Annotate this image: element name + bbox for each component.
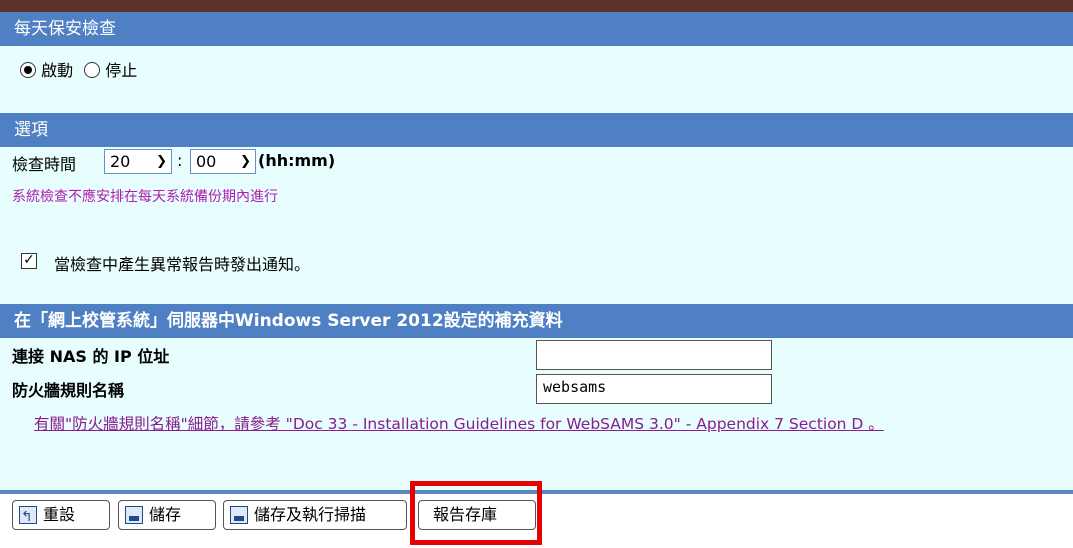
section-header-daily-check: 每天保安檢查 [0, 12, 1073, 46]
section-title: 在「網上校管系統」伺服器中Windows Server 2012設定的補充資料 [14, 311, 563, 331]
reset-label: 重設 [43, 505, 76, 524]
enable-radio-group: 啟動 停止 [20, 57, 137, 81]
chevron-down-icon: ❯ [240, 154, 251, 169]
section-title: 選項 [14, 120, 48, 140]
minute-select[interactable]: 00 ❯ [190, 149, 256, 174]
time-separator: : [177, 151, 183, 170]
firewall-rule-label: 防火牆規則名稱 [12, 381, 125, 400]
reset-button[interactable]: 重設 [12, 500, 110, 531]
section-header-options: 選項 [0, 113, 1073, 147]
save-and-scan-button[interactable]: 儲存及執行掃描 [223, 500, 407, 530]
floppy-disk-icon [125, 506, 143, 524]
disable-radio[interactable] [84, 62, 101, 78]
enable-label: 啟動 [41, 61, 74, 80]
save-button[interactable]: 儲存 [118, 500, 216, 530]
floppy-disk-icon [230, 506, 248, 524]
nas-ip-label: 連接 NAS 的 IP 位址 [12, 347, 170, 366]
notify-checkbox[interactable]: ✓ [21, 253, 37, 269]
hour-value: 20 [110, 152, 131, 171]
save-label: 儲存 [149, 505, 182, 524]
section-title: 每天保安檢查 [14, 19, 116, 39]
check-time-label: 檢查時間 [12, 155, 77, 174]
time-format-label: (hh:mm) [258, 151, 336, 170]
minute-value: 00 [196, 152, 217, 171]
save-and-scan-label: 儲存及執行掃描 [254, 505, 367, 524]
highlight-box [410, 481, 542, 545]
hour-select[interactable]: 20 ❯ [104, 149, 172, 174]
firewall-reference-link[interactable]: 有關"防火牆規則名稱"細節，請參考 "Doc 33 - Installation… [34, 412, 884, 434]
nas-ip-input[interactable] [536, 340, 772, 370]
backup-note: 系統檢查不應安排在每天系統備份期內進行 [12, 189, 278, 205]
top-border [0, 0, 1073, 12]
firewall-rule-input[interactable]: websams [536, 374, 772, 404]
section-header-windows-info: 在「網上校管系統」伺服器中Windows Server 2012設定的補充資料 [0, 304, 1073, 338]
chevron-down-icon: ❯ [156, 154, 167, 169]
enable-radio[interactable] [20, 62, 36, 78]
reset-icon [19, 504, 37, 531]
notify-label: 當檢查中產生異常報告時發出通知。 [54, 255, 311, 274]
disable-label: 停止 [105, 61, 138, 80]
